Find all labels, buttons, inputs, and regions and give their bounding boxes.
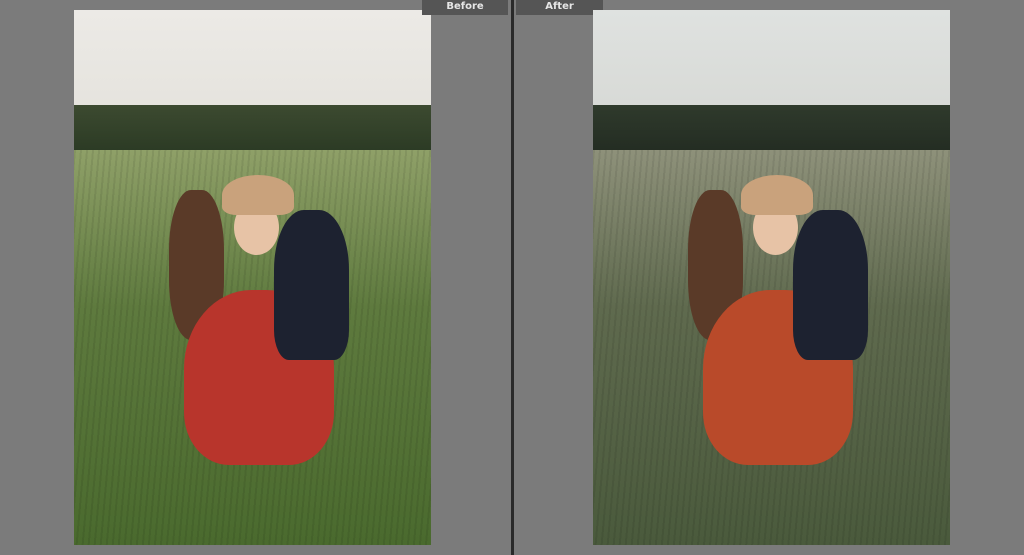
before-label: Before — [422, 0, 508, 15]
hat — [222, 175, 294, 215]
treeline — [593, 105, 950, 153]
before-pane: Before — [0, 0, 511, 555]
after-pane: After — [514, 0, 1024, 555]
treeline — [74, 105, 431, 153]
boy-figure — [793, 210, 868, 360]
hat — [741, 175, 813, 215]
after-photo[interactable] — [593, 10, 950, 545]
boy-figure — [274, 210, 349, 360]
before-photo[interactable] — [74, 10, 431, 545]
after-label: After — [516, 0, 603, 15]
